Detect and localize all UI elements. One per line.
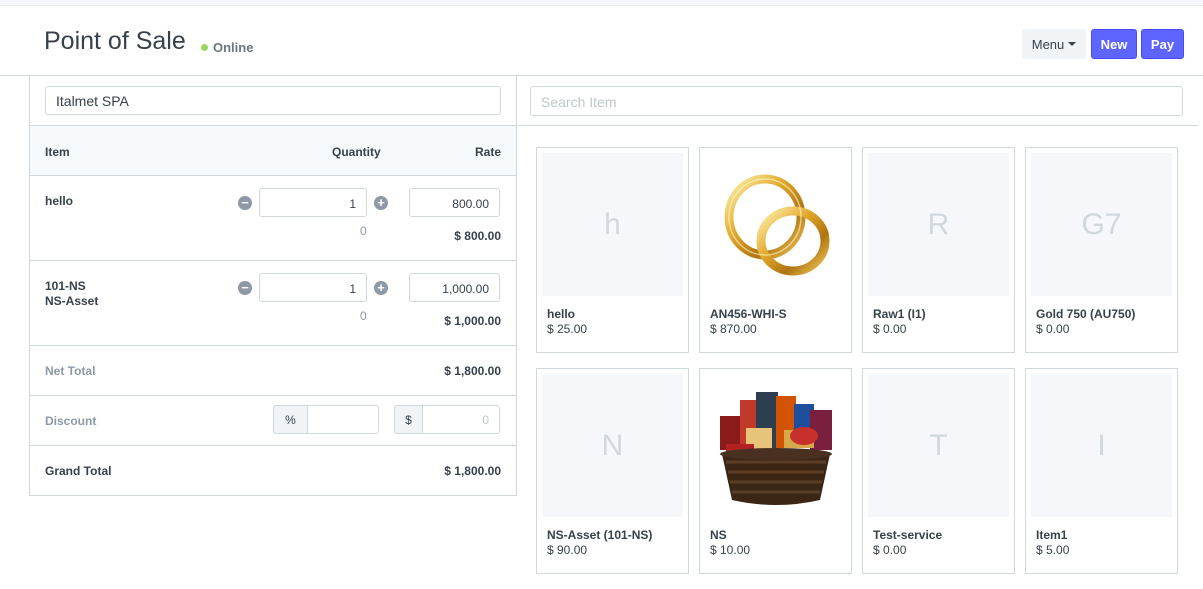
product-name: hello xyxy=(547,307,576,321)
product-initial-placeholder: I xyxy=(1031,374,1172,517)
cart-row: 101-NS NS-Asset − 1 + 0 1,000.00 $ 1,000… xyxy=(30,261,516,346)
cart-row: hello − 1 + 0 800.00 $ 800.00 xyxy=(30,176,516,261)
product-price: $ 0.00 xyxy=(1036,322,1070,336)
product-name: Gold 750 (AU750) xyxy=(1036,307,1136,321)
product-card[interactable]: I Item1 $ 5.00 xyxy=(1025,368,1178,574)
product-name: Item1 xyxy=(1036,528,1068,542)
product-price: $ 25.00 xyxy=(547,322,588,336)
caret-down-icon xyxy=(1068,42,1077,46)
product-initial-placeholder: h xyxy=(542,153,683,296)
product-card[interactable]: h hello $ 25.00 xyxy=(536,147,689,353)
gift-basket-image xyxy=(705,374,846,517)
grand-total-label: Grand Total xyxy=(45,464,112,478)
cart-panel: Italmet SPA Item Quantity Rate hello − 1… xyxy=(29,76,517,496)
product-name: NS-Asset (101-NS) xyxy=(547,528,653,542)
header-item: Item xyxy=(45,145,70,159)
net-total-label: Net Total xyxy=(45,364,96,378)
header-quantity: Quantity xyxy=(332,145,381,159)
product-initial-placeholder: R xyxy=(868,153,1009,296)
product-price: $ 0.00 xyxy=(873,322,907,336)
line-amount: $ 800.00 xyxy=(454,229,501,243)
customer-field[interactable]: Italmet SPA xyxy=(45,86,501,115)
available-qty: 0 xyxy=(360,309,367,323)
net-total-value: $ 1,800.00 xyxy=(444,364,501,378)
product-price: $ 870.00 xyxy=(710,322,757,336)
cart-item-name: 101-NS NS-Asset xyxy=(45,279,99,308)
decrease-qty-icon[interactable]: − xyxy=(238,196,252,210)
product-card[interactable]: NS $ 10.00 xyxy=(699,368,852,574)
grand-total-value: $ 1,800.00 xyxy=(444,464,501,478)
menu-button-label: Menu xyxy=(1031,36,1065,52)
increase-qty-icon[interactable]: + xyxy=(374,196,388,210)
product-price: $ 10.00 xyxy=(710,543,751,557)
product-card[interactable]: R Raw1 (I1) $ 0.00 xyxy=(862,147,1015,353)
header-rate: Rate xyxy=(474,145,501,159)
online-dot-icon xyxy=(201,44,208,51)
gold-rings-image xyxy=(705,153,846,296)
divider xyxy=(518,125,1198,126)
new-button[interactable]: New xyxy=(1091,29,1137,59)
product-name: Raw1 (I1) xyxy=(873,307,926,321)
dollar-addon: $ xyxy=(394,405,423,434)
quantity-input[interactable]: 1 xyxy=(259,188,367,217)
product-card[interactable]: N NS-Asset (101-NS) $ 90.00 xyxy=(536,368,689,574)
product-initial-placeholder: G7 xyxy=(1031,153,1172,296)
percent-addon: % xyxy=(273,405,308,434)
pay-button[interactable]: Pay xyxy=(1141,29,1184,59)
page-title: Point of Sale xyxy=(44,27,186,55)
increase-qty-icon[interactable]: + xyxy=(374,281,388,295)
discount-row: Discount % $ 0 xyxy=(30,396,516,446)
quantity-input[interactable]: 1 xyxy=(259,273,367,302)
rate-input[interactable]: 800.00 xyxy=(409,188,500,217)
discount-label: Discount xyxy=(45,414,97,428)
page-header: Point of Sale Online Menu New Pay xyxy=(0,6,1203,76)
available-qty: 0 xyxy=(360,224,367,238)
product-price: $ 5.00 xyxy=(1036,543,1070,557)
product-initial-placeholder: T xyxy=(868,374,1009,517)
product-card[interactable]: T Test-service $ 0.00 xyxy=(862,368,1015,574)
product-name: NS xyxy=(710,528,727,542)
line-amount: $ 1,000.00 xyxy=(444,314,501,328)
net-total-row: Net Total $ 1,800.00 xyxy=(30,346,516,396)
product-name: AN456-WHI-S xyxy=(710,307,787,321)
rate-input[interactable]: 1,000.00 xyxy=(409,273,500,302)
discount-percent-input[interactable] xyxy=(307,405,379,434)
search-item-input[interactable]: Search Item xyxy=(530,86,1183,116)
decrease-qty-icon[interactable]: − xyxy=(238,281,252,295)
product-price: $ 0.00 xyxy=(873,543,907,557)
product-name: Test-service xyxy=(873,528,943,542)
menu-button[interactable]: Menu xyxy=(1022,29,1086,59)
cart-header: Item Quantity Rate xyxy=(30,125,516,176)
cart-item-name: hello xyxy=(45,194,74,208)
product-card[interactable]: AN456-WHI-S $ 870.00 xyxy=(699,147,852,353)
status-indicator: Online xyxy=(201,40,253,55)
grand-total-row: Grand Total $ 1,800.00 xyxy=(30,446,516,495)
status-label: Online xyxy=(213,40,254,55)
product-price: $ 90.00 xyxy=(547,543,588,557)
discount-amount-input[interactable]: 0 xyxy=(422,405,500,434)
product-card[interactable]: G7 Gold 750 (AU750) $ 0.00 xyxy=(1025,147,1178,353)
product-initial-placeholder: N xyxy=(542,374,683,517)
